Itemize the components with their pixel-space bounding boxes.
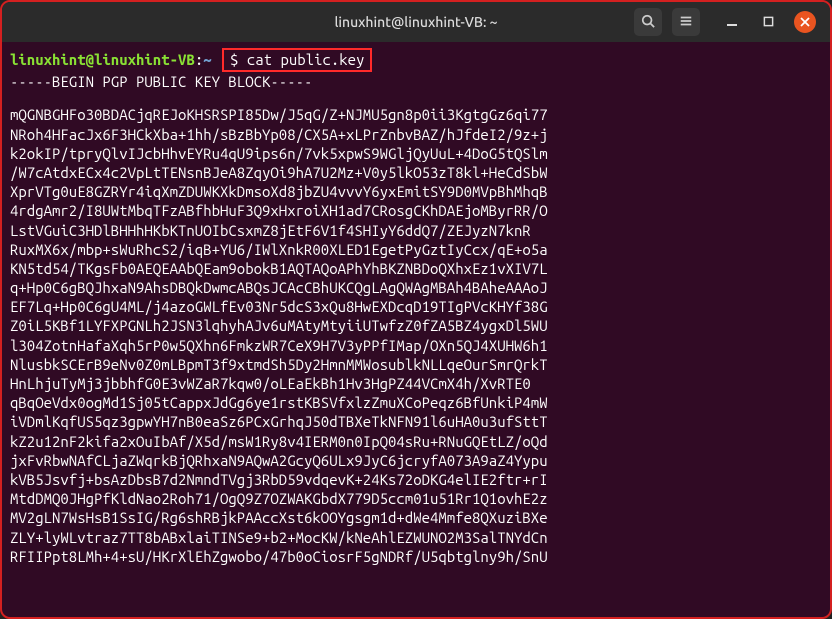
minimize-icon	[726, 13, 738, 31]
command-highlight: $ cat public.key	[222, 48, 372, 72]
pgp-begin-line: -----BEGIN PGP PUBLIC KEY BLOCK-----	[10, 72, 822, 91]
prompt-path: ~	[203, 51, 211, 68]
pgp-line: l304ZotnHafaXqh5rP0w5QXhn6FmkzWR7CeX9H7V…	[10, 336, 822, 355]
pgp-line: kVB5Jsvfj+bsAzDbsB7d2NmndTVgj3RbD59vdqev…	[10, 470, 822, 489]
maximize-icon	[763, 13, 774, 31]
pgp-line: LstVGuiC3HDlBHHhHKbKTnUOIbCsxmZ8jEtF6V1f…	[10, 221, 822, 240]
prompt-user-host: linuxhint@linuxhint-VB	[10, 51, 195, 68]
pgp-line: NRoh4HFacJx6F3HCkXba+1hh/sBzBbYp08/CX5A+…	[10, 125, 822, 144]
pgp-line: RFIIPpt8LMh+4+sU/HKrXlEhZgwobo/47b0oCios…	[10, 547, 822, 566]
pgp-line: Z0iL5KBf1LYFXPGNLh2JSN3lqhyhAJv6uMAtyMty…	[10, 316, 822, 335]
window-title: linuxhint@linuxhint-VB: ~	[334, 14, 497, 30]
close-button[interactable]	[794, 11, 816, 33]
pgp-line: q+Hp0C6gBQJhxaN9AhsDBQkDwmcABQsJCAcCBhUK…	[10, 278, 822, 297]
terminal-area[interactable]: linuxhint@linuxhint-VB:~ $ cat public.ke…	[2, 42, 830, 617]
pgp-line: k2okIP/tpryQlvIJcbHhvEYRu4qU9ips6n/7vk5x…	[10, 144, 822, 163]
pgp-line: /W7cAtdxECx4c2VpLtTENsnBJeA8ZqyOi9hA7U2M…	[10, 163, 822, 182]
minimize-button[interactable]	[722, 12, 742, 32]
pgp-line: KN5td54/TKgsFb0AEQEAAbQEam9obokB1AQTAQoA…	[10, 259, 822, 278]
pgp-line: MtdDMQ0JHgPfKldNao2Roh71/OgQ9Z7OZWAKGbdX…	[10, 489, 822, 508]
close-icon	[800, 13, 810, 31]
pgp-line: qBqOeVdx0ogMd1Sj05tCappxJdGg6ye1rstKBSVf…	[10, 393, 822, 412]
pgp-line: ZLY+lyWLvtraz7TT8bABxlaiTINSe9+b2+MocKW/…	[10, 528, 822, 547]
pgp-line: 4rdgAmr2/I8UWtMbqTFzABfhbHuF3Q9xHxroiXH1…	[10, 201, 822, 220]
pgp-line: NlusbkSCErB9eNv0Z0mLBpmT3f9xtmdSh5Dy2Hmn…	[10, 355, 822, 374]
prompt-line: linuxhint@linuxhint-VB:~ $ cat public.ke…	[10, 48, 822, 72]
prompt-colon: :	[195, 51, 203, 68]
pgp-line: MV2gLN7WsHsB1SsIG/Rg6shRBjkPAAccXst6kOOY…	[10, 508, 822, 527]
search-button[interactable]	[634, 8, 662, 36]
hamburger-icon	[679, 14, 693, 31]
pgp-line: iVDmlKqfUS5qz3gpwYH7nB0eaSz6PCxGrhqJ50dT…	[10, 412, 822, 431]
pgp-line: jxFvRbwNAfCLjaZWqrkBjQRhxaN9AQwA2GcyQ6UL…	[10, 451, 822, 470]
titlebar: linuxhint@linuxhint-VB: ~	[2, 2, 830, 42]
pgp-line: HnLhjuTyMj3jbbhfG0E3vWZaR7kqw0/oLEaEkBh1…	[10, 374, 822, 393]
pgp-line: mQGNBGHFo30BDACjqREJoKHSRSPI85Dw/J5qG/Z+…	[10, 105, 822, 124]
pgp-line: EF7Lq+Hp0C6gU4ML/j4azoGWLfEv03Nr5dcS3xQu…	[10, 297, 822, 316]
prompt-dollar: $	[230, 51, 238, 68]
pgp-line: XprVTg0uE8GZRYr4iqXmZDUWKXkDmsoXd8jbZU4v…	[10, 182, 822, 201]
command-text: cat public.key	[247, 51, 365, 68]
terminal-window: linuxhint@linuxhint-VB: ~	[0, 0, 832, 619]
maximize-button[interactable]	[758, 12, 778, 32]
search-icon	[641, 14, 655, 31]
pgp-key-body: mQGNBGHFo30BDACjqREJoKHSRSPI85Dw/J5qG/Z+…	[10, 105, 822, 566]
menu-button[interactable]	[672, 8, 700, 36]
pgp-line: RuxMX6x/mbp+sWuRhcS2/iqB+YU6/IWlXnkR00XL…	[10, 240, 822, 259]
pgp-line: kZ2u12nF2kifa2xOuIbAf/X5d/msW1Ry8v4IERM0…	[10, 432, 822, 451]
